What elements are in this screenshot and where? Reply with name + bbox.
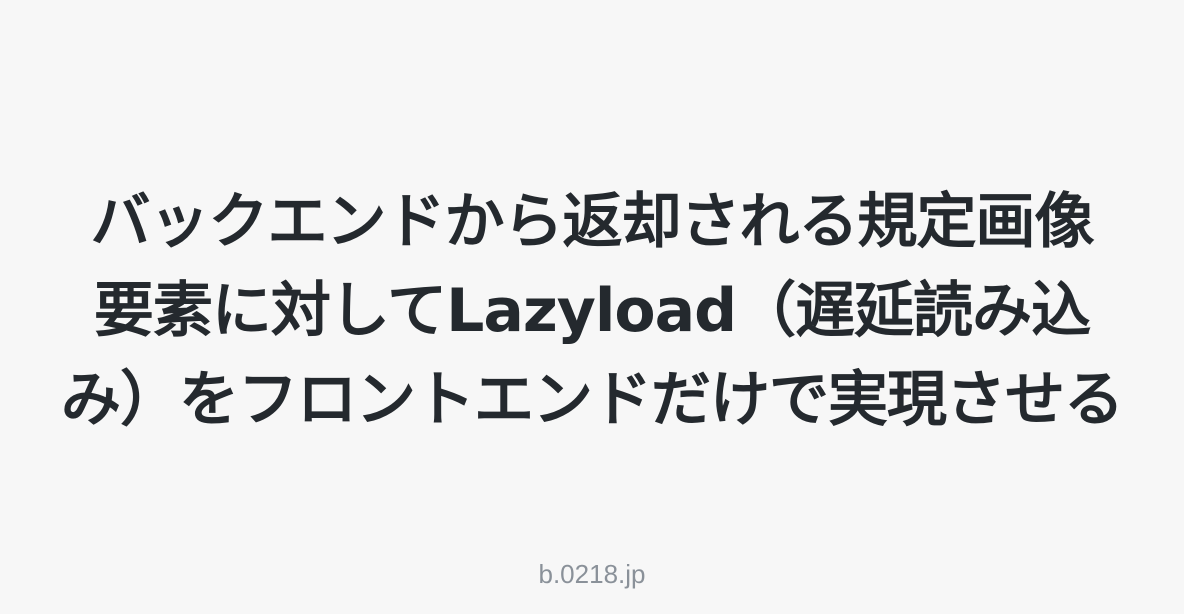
article-title: バックエンドから返却される規定画像 要素に対してLazyload（遅延読み込 み…	[0, 178, 1184, 445]
article-title-line-1: バックエンドから返却される規定画像	[90, 187, 1095, 257]
article-title-line-2: 要素に対してLazyload（遅延読み込	[93, 276, 1091, 346]
article-title-line-3: み）をフロントエンドだけで実現させる	[61, 365, 1124, 435]
site-domain: b.0218.jp	[538, 559, 646, 589]
